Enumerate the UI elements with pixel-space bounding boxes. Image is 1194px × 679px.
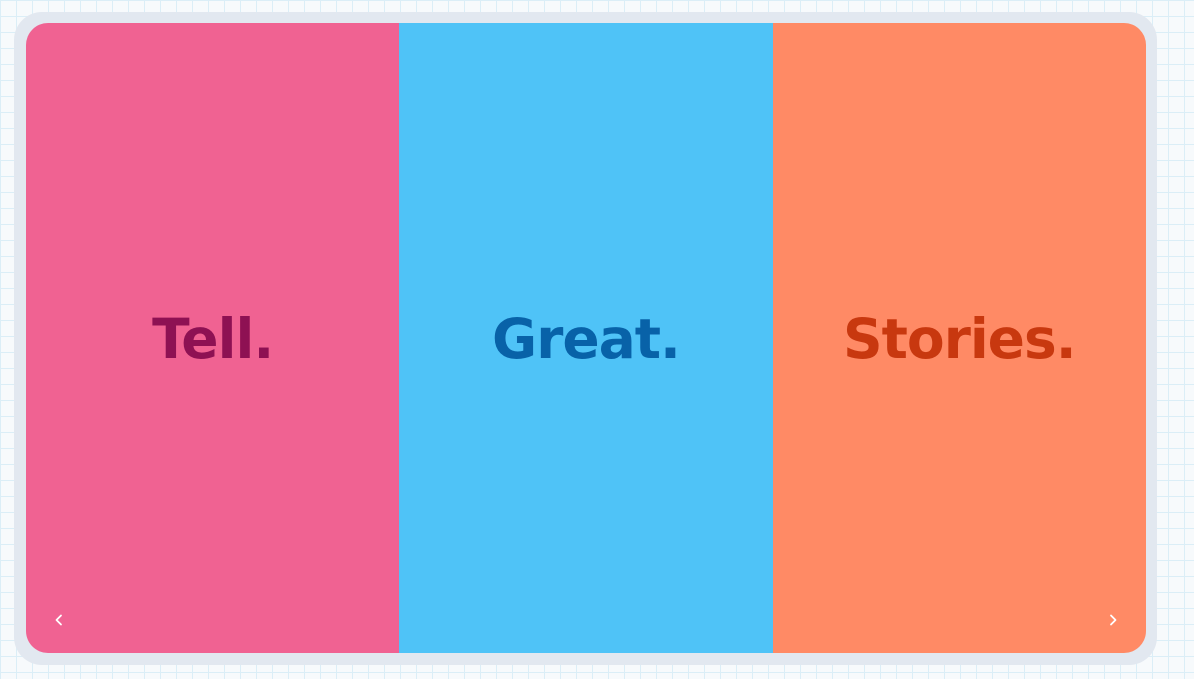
slide-panel-great: Great. [399, 23, 773, 653]
chevron-right-icon [1110, 614, 1117, 626]
chevron-left-icon [55, 614, 62, 626]
slide-panel-stories: Stories. [772, 23, 1146, 653]
slide-word: Tell. [152, 307, 274, 371]
slide-word: Stories. [843, 307, 1077, 371]
previous-slide-button[interactable] [44, 605, 74, 635]
slide-word: Great. [492, 307, 681, 371]
next-slide-button[interactable] [1098, 605, 1128, 635]
slide-panel-tell: Tell. [26, 23, 400, 653]
carousel: Tell. Great. Stories. [26, 23, 1146, 653]
